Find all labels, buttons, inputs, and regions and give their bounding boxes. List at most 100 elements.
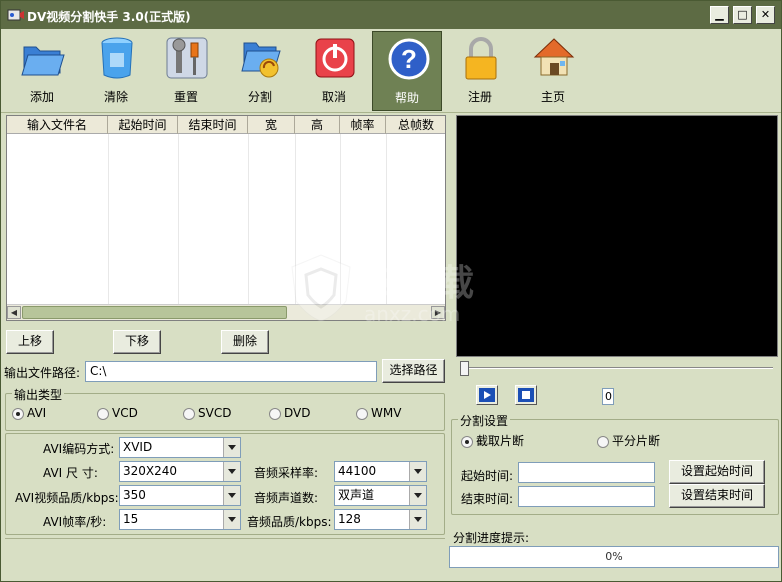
status-bar <box>5 538 445 566</box>
split-button[interactable]: 分割 <box>225 31 295 111</box>
video-quality-value: 350 <box>123 488 146 502</box>
chevron-down-icon[interactable] <box>409 486 426 505</box>
video-quality-select[interactable]: 350 <box>119 485 241 506</box>
set-end-time-button[interactable]: 设置结束时间 <box>669 484 765 508</box>
minimize-button[interactable]: ▁ <box>710 6 729 24</box>
help-label: 帮助 <box>394 91 419 105</box>
choose-path-button[interactable]: 选择路径 <box>382 359 445 383</box>
output-path-label: 输出文件路径: <box>4 366 81 380</box>
radio-capture-segment[interactable]: 截取片断 <box>461 435 524 449</box>
column-divider <box>386 134 387 304</box>
help-button[interactable]: ? 帮助 <box>372 31 442 111</box>
add-button[interactable]: 添加 <box>7 31 77 111</box>
output-path-field[interactable]: C:\ <box>85 361 377 382</box>
radio-even-label: 平分片断 <box>612 434 661 448</box>
set-start-time-button[interactable]: 设置起始时间 <box>669 460 765 484</box>
col-frame-rate[interactable]: 帧率 <box>340 116 386 134</box>
radio-dvd-label: DVD <box>284 406 311 420</box>
radio-dvd[interactable]: DVD <box>269 407 310 421</box>
audio-quality-select[interactable]: 128 <box>334 509 427 530</box>
col-width[interactable]: 宽 <box>248 116 295 134</box>
input-file-list[interactable]: 输入文件名 起始时间 结束时间 宽 高 帧率 总帧数 ◀ ▶ <box>6 115 446 321</box>
clear-button[interactable]: 清除 <box>81 31 151 111</box>
radio-avi-label: AVI <box>27 406 47 420</box>
play-button[interactable] <box>476 385 498 405</box>
chevron-down-icon[interactable] <box>409 510 426 529</box>
encoder-label: AVI编码方式: <box>43 442 115 456</box>
seek-slider[interactable] <box>459 361 775 376</box>
cancel-button[interactable]: 取消 <box>299 31 369 111</box>
fps-select[interactable]: 15 <box>119 509 241 530</box>
cancel-label: 取消 <box>321 90 346 104</box>
radio-vcd-label: VCD <box>112 406 138 420</box>
seek-track <box>461 367 773 369</box>
radio-vcd[interactable]: VCD <box>97 407 138 421</box>
output-type-title: 输出类型 <box>12 386 65 403</box>
reset-label: 重置 <box>173 90 198 104</box>
reset-button[interactable]: 重置 <box>151 31 221 111</box>
close-button[interactable]: ✕ <box>756 6 775 24</box>
help-icon: ? <box>388 38 430 80</box>
list-header: 输入文件名 起始时间 结束时间 宽 高 帧率 总帧数 <box>7 116 445 134</box>
col-total-frames[interactable]: 总帧数 <box>386 116 445 134</box>
fps-label: AVI帧率/秒: <box>43 515 107 529</box>
chevron-down-icon[interactable] <box>223 438 240 457</box>
register-button[interactable]: 注册 <box>445 31 515 111</box>
video-quality-label: AVI视频品质/kbps: <box>15 491 119 505</box>
radio-avi[interactable]: AVI <box>12 407 46 421</box>
radio-dot <box>597 436 609 448</box>
channels-label: 音频声道数: <box>254 491 319 505</box>
radio-svcd-label: SVCD <box>198 406 232 420</box>
radio-wmv-label: WMV <box>371 406 402 420</box>
home-icon <box>533 38 575 76</box>
col-height[interactable]: 高 <box>295 116 340 134</box>
sample-rate-select[interactable]: 44100 <box>334 461 427 482</box>
trash-can-icon <box>101 37 133 79</box>
homepage-label: 主页 <box>540 90 565 104</box>
sample-rate-value: 44100 <box>338 464 377 478</box>
radio-even-segment[interactable]: 平分片断 <box>597 435 660 449</box>
toolbar: 添加 清除 重置 分割 取消 ? 帮助 注册 主页 <box>1 29 781 113</box>
radio-wmv[interactable]: WMV <box>356 407 401 421</box>
chevron-down-icon[interactable] <box>223 510 240 529</box>
col-end-time[interactable]: 结束时间 <box>178 116 248 134</box>
scroll-left-arrow-icon[interactable]: ◀ <box>7 306 21 319</box>
folder-icon <box>21 46 65 76</box>
radio-dot <box>356 408 368 420</box>
chevron-down-icon[interactable] <box>223 486 240 505</box>
move-down-button[interactable]: 下移 <box>113 330 161 354</box>
start-time-field[interactable] <box>518 462 655 483</box>
end-time-field[interactable] <box>518 486 655 507</box>
scrollbar-thumb[interactable] <box>22 306 287 319</box>
tools-icon <box>166 37 208 79</box>
horizontal-scrollbar[interactable]: ◀ ▶ <box>7 304 445 320</box>
col-input-file-name[interactable]: 输入文件名 <box>7 116 108 134</box>
split-settings-title: 分割设置 <box>458 412 511 429</box>
radio-dot <box>269 408 281 420</box>
app-logo-icon <box>7 9 24 21</box>
maximize-button[interactable]: □ <box>733 6 752 24</box>
stop-button[interactable] <box>515 385 537 405</box>
column-divider <box>248 134 249 304</box>
radio-svcd[interactable]: SVCD <box>183 407 231 421</box>
title-bar[interactable]: DV视频分割快手 3.0(正式版) ▁ □ ✕ <box>1 1 781 29</box>
scroll-right-arrow-icon[interactable]: ▶ <box>431 306 445 319</box>
play-icon <box>479 388 495 402</box>
size-select[interactable]: 320X240 <box>119 461 241 482</box>
encoder-select[interactable]: XVID <box>119 437 241 458</box>
homepage-button[interactable]: 主页 <box>518 31 588 111</box>
channels-select[interactable]: 双声道 <box>334 485 427 506</box>
split-label: 分割 <box>247 90 272 104</box>
radio-dot <box>461 436 473 448</box>
chevron-down-icon[interactable] <box>409 462 426 481</box>
chevron-down-icon[interactable] <box>223 462 240 481</box>
fps-value: 15 <box>123 512 139 526</box>
column-divider <box>178 134 179 304</box>
move-up-button[interactable]: 上移 <box>6 330 54 354</box>
seek-knob[interactable] <box>460 361 469 376</box>
col-start-time[interactable]: 起始时间 <box>108 116 178 134</box>
column-divider <box>340 134 341 304</box>
delete-button[interactable]: 删除 <box>221 330 269 354</box>
sample-rate-label: 音频采样率: <box>254 466 319 480</box>
svg-text:?: ? <box>401 44 417 74</box>
